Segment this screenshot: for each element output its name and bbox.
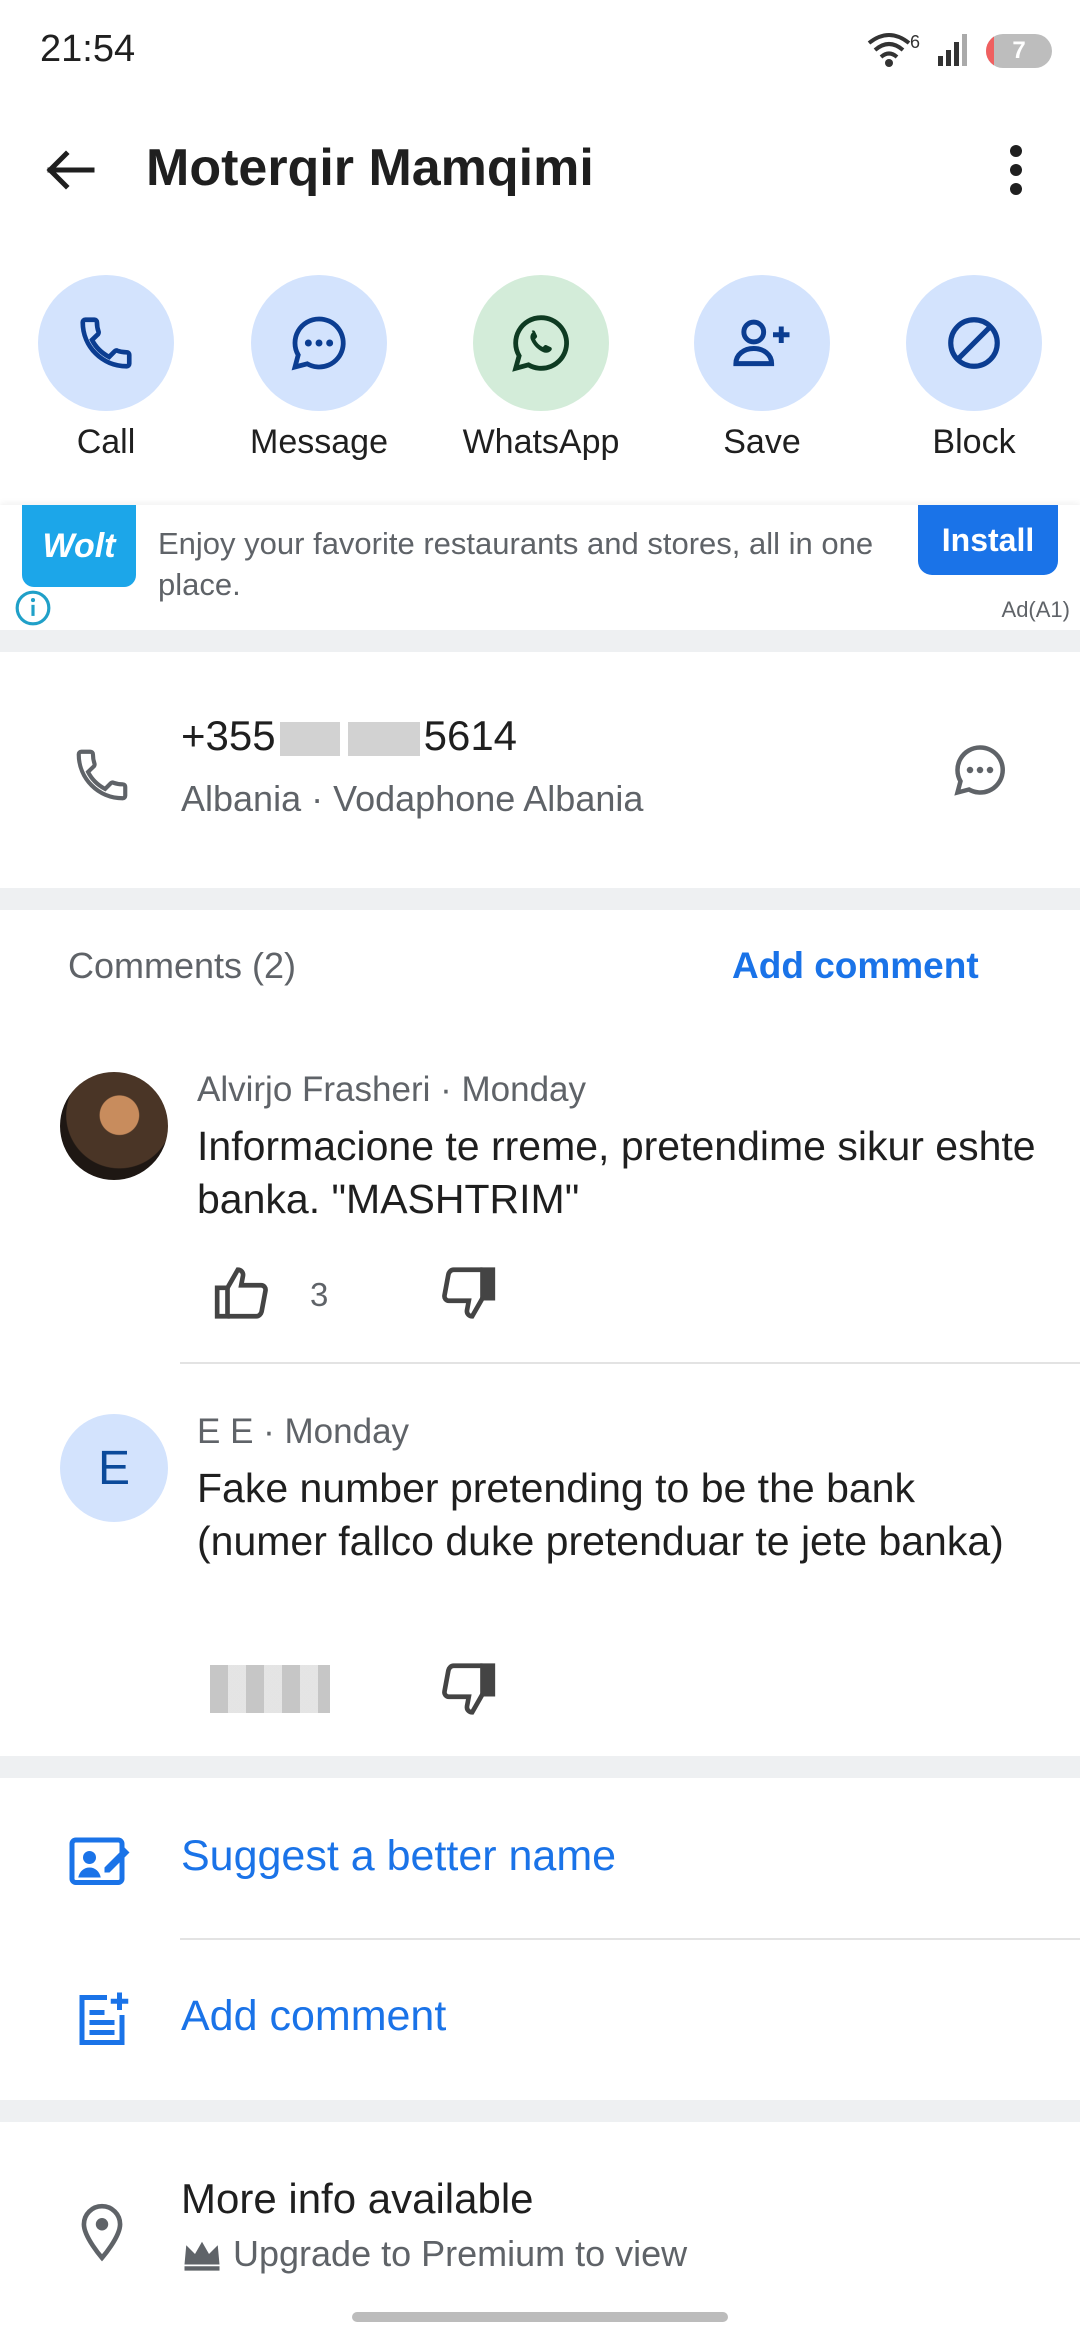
section-divider bbox=[0, 2100, 1080, 2122]
phone-icon bbox=[80, 317, 132, 369]
more-options-button[interactable] bbox=[976, 130, 1056, 210]
like-button[interactable] bbox=[208, 1258, 278, 1328]
add-comment-icon bbox=[62, 1980, 142, 2060]
add-comment-button[interactable]: Add comment bbox=[181, 1992, 446, 2041]
whatsapp-action-circle[interactable] bbox=[473, 275, 609, 411]
thumb-down-icon bbox=[442, 1663, 496, 1715]
chat-bubble-icon bbox=[291, 316, 346, 371]
message-action-button[interactable]: Message bbox=[219, 275, 419, 475]
save-label: Save bbox=[723, 423, 801, 461]
like-count: 3 bbox=[310, 1276, 329, 1313]
more-vert-icon bbox=[1010, 145, 1022, 195]
avatar[interactable]: E bbox=[60, 1414, 168, 1522]
section-divider bbox=[0, 888, 1080, 910]
list-divider bbox=[180, 1938, 1080, 1940]
phone-number-suffix: 5614 bbox=[423, 712, 518, 759]
arrow-back-icon bbox=[46, 150, 95, 190]
call-label: Call bbox=[76, 423, 136, 461]
number-phone-icon bbox=[62, 735, 142, 815]
whatsapp-action-button[interactable]: WhatsApp bbox=[441, 275, 641, 475]
battery-level: 7 bbox=[1012, 37, 1026, 64]
home-indicator[interactable] bbox=[352, 2312, 728, 2322]
thumb-down-icon bbox=[442, 1267, 496, 1319]
section-divider bbox=[0, 630, 1080, 652]
comment-meta: Alvirjo Frasheri · Monday bbox=[197, 1070, 586, 1109]
section-divider bbox=[0, 1756, 1080, 1778]
ad-install-button[interactable]: Install bbox=[918, 505, 1058, 575]
ad-banner[interactable]: Wolt Enjoy your favorite restaurants and… bbox=[0, 505, 1080, 630]
block-label: Block bbox=[932, 423, 1016, 461]
ad-label: Ad(A1) bbox=[1001, 597, 1070, 622]
block-action-circle[interactable] bbox=[906, 275, 1042, 411]
person-add-icon bbox=[733, 319, 790, 367]
wifi-badge: 6 bbox=[909, 31, 920, 52]
signal-icon bbox=[936, 32, 970, 71]
redacted-digits bbox=[347, 721, 420, 756]
ad-brand-logo[interactable]: Wolt bbox=[22, 505, 136, 587]
message-action-circle[interactable] bbox=[251, 275, 387, 411]
crown-icon bbox=[184, 2241, 220, 2271]
whatsapp-label: WhatsApp bbox=[462, 423, 620, 461]
comment-body: Fake number pretending to be the bank (n… bbox=[197, 1465, 1004, 1564]
back-button[interactable] bbox=[30, 130, 110, 210]
redacted-like-button[interactable] bbox=[210, 1665, 330, 1713]
number-location: Albania · Vodaphone Albania bbox=[181, 778, 644, 819]
avatar[interactable] bbox=[60, 1072, 168, 1180]
comment-divider bbox=[180, 1362, 1080, 1364]
more-info-title: More info available bbox=[181, 2175, 534, 2222]
block-action-button[interactable]: Block bbox=[874, 275, 1074, 475]
whatsapp-icon bbox=[512, 315, 569, 372]
call-action-button[interactable]: Call bbox=[6, 275, 206, 475]
phone-number-prefix: +355 bbox=[181, 712, 276, 759]
comment-meta: E E · Monday bbox=[197, 1412, 410, 1451]
message-label: Message bbox=[250, 423, 388, 461]
battery-icon: 7 bbox=[986, 34, 1052, 68]
add-comment-link[interactable]: Add comment bbox=[732, 945, 979, 987]
thumb-up-icon bbox=[214, 1267, 268, 1319]
chat-bubble-icon bbox=[954, 745, 1005, 796]
number-message-button[interactable] bbox=[940, 730, 1020, 810]
save-action-circle[interactable] bbox=[694, 275, 830, 411]
suggest-better-name-link[interactable]: Suggest a better name bbox=[181, 1832, 616, 1881]
block-icon bbox=[948, 317, 1000, 369]
status-bar: 21:54 6 7 bbox=[0, 0, 1080, 100]
suggest-name-icon bbox=[62, 1820, 142, 1900]
wifi-icon bbox=[866, 29, 912, 74]
status-time: 21:54 bbox=[40, 28, 136, 70]
comment-body: Informacione te rreme, pretendime sikur … bbox=[197, 1123, 1036, 1222]
dislike-button[interactable] bbox=[432, 1654, 502, 1724]
location-pin-icon bbox=[62, 2192, 142, 2272]
phone-number[interactable]: +355 5614 bbox=[181, 712, 517, 760]
dislike-button[interactable] bbox=[432, 1258, 502, 1328]
ad-text[interactable]: Enjoy your favorite restaurants and stor… bbox=[158, 523, 898, 605]
comments-title: Comments (2) bbox=[68, 945, 297, 986]
page-title: Moterqir Mamqimi bbox=[146, 139, 594, 197]
call-action-circle[interactable] bbox=[38, 275, 174, 411]
upgrade-premium-link[interactable]: Upgrade to Premium to view bbox=[181, 2233, 687, 2275]
status-icons: 6 7 bbox=[866, 28, 1052, 74]
redacted-digits bbox=[279, 721, 340, 756]
upgrade-premium-text: Upgrade to Premium to view bbox=[233, 2233, 688, 2274]
save-action-button[interactable]: Save bbox=[662, 275, 862, 475]
ad-info-icon[interactable] bbox=[14, 589, 52, 627]
